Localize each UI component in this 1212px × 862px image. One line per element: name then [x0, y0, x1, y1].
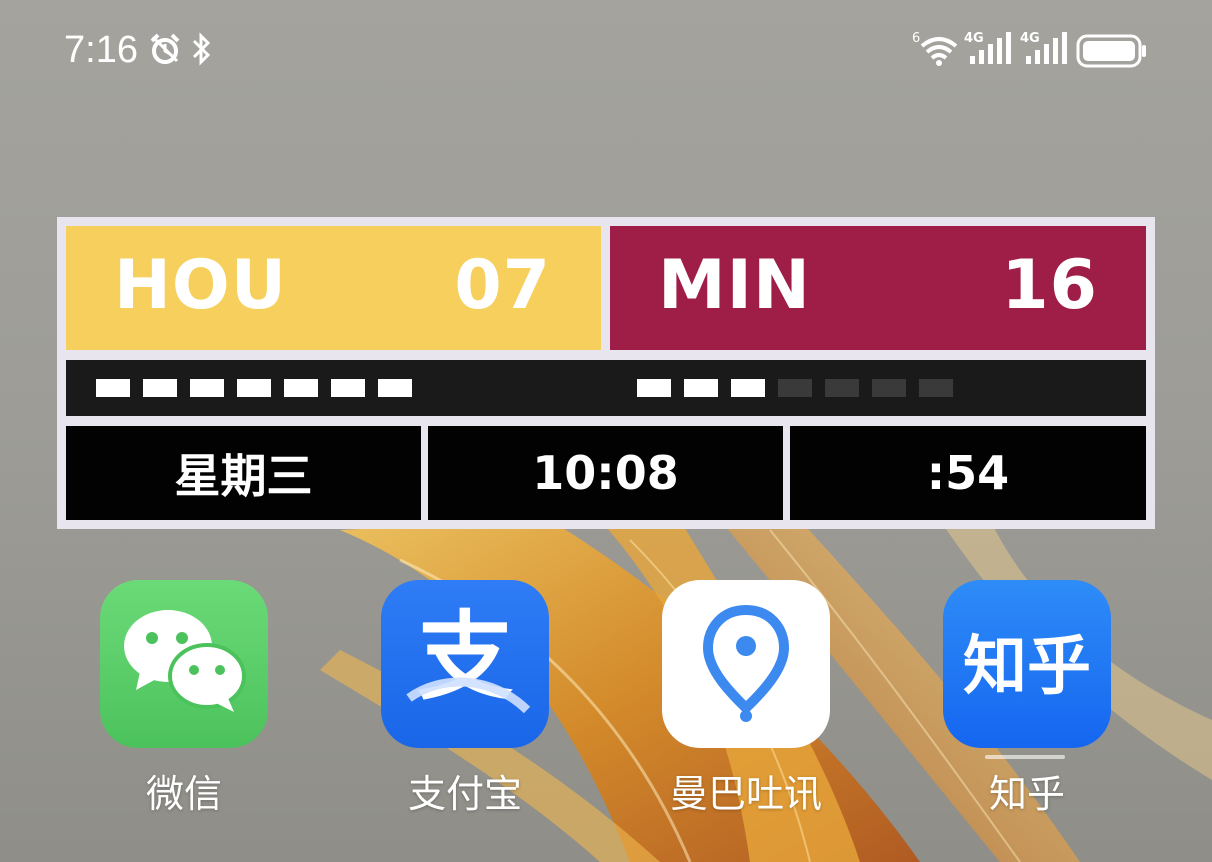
svg-text:知乎: 知乎	[963, 630, 1091, 704]
status-bar: 7:16 6 4G 4G	[0, 20, 1212, 80]
away-team-name: MIN	[658, 246, 811, 325]
app-zhihu[interactable]: 知乎 知乎	[943, 580, 1111, 816]
away-segment	[637, 379, 671, 397]
weekday-label: 星期三	[174, 449, 313, 503]
shot-clock-label: :54	[926, 446, 1010, 500]
game-clock-cell: 10:08	[428, 426, 783, 520]
home-team-score: 07	[454, 246, 551, 325]
away-team-panel: MIN 16	[610, 226, 1146, 350]
scoreboard-clock-widget[interactable]: HOU 07 MIN 16 星期三 10:08 :54	[57, 217, 1155, 529]
home-segment	[331, 379, 365, 397]
away-segment	[778, 379, 812, 397]
home-segment	[190, 379, 224, 397]
away-segment	[919, 379, 953, 397]
home-segment	[143, 379, 177, 397]
home-team-panel: HOU 07	[66, 226, 601, 350]
shot-clock-cell: :54	[790, 426, 1146, 520]
svg-text:4G: 4G	[964, 31, 984, 46]
away-segment	[872, 379, 906, 397]
app-wechat[interactable]: 微信	[100, 580, 268, 816]
game-clock-label: 10:08	[532, 446, 679, 500]
status-time: 7:16	[64, 29, 138, 71]
wechat-icon[interactable]	[100, 580, 268, 748]
home-team-name: HOU	[114, 246, 287, 325]
app-label-zhihu: 知乎	[988, 772, 1065, 816]
battery-icon	[1076, 34, 1148, 72]
home-segment	[96, 379, 130, 397]
alarm-icon	[148, 32, 182, 70]
signal-4g-icon: 4G	[964, 30, 1014, 74]
home-segment	[237, 379, 271, 397]
svg-text:支: 支	[417, 601, 513, 713]
wifi-6-icon: 6	[912, 30, 960, 74]
page-indicator	[985, 755, 1065, 759]
weekday-cell: 星期三	[66, 426, 421, 520]
bluetooth-icon	[190, 32, 212, 70]
away-segment	[731, 379, 765, 397]
app-label-wechat: 微信	[145, 772, 222, 816]
svg-text:6: 6	[912, 31, 920, 46]
app-label-manba: 曼巴吐讯	[669, 772, 822, 816]
alipay-icon[interactable]: 支	[381, 580, 549, 748]
signal-4g-icon: 4G	[1020, 30, 1070, 74]
app-manba[interactable]: 曼巴吐讯	[662, 580, 830, 816]
possession-indicator-strip	[66, 360, 1146, 416]
zhihu-icon[interactable]: 知乎	[943, 580, 1111, 748]
home-segment	[284, 379, 318, 397]
location-pin-icon[interactable]	[662, 580, 830, 748]
away-team-score: 16	[1001, 246, 1098, 325]
away-segment	[825, 379, 859, 397]
app-label-alipay: 支付宝	[407, 772, 522, 816]
svg-text:4G: 4G	[1020, 31, 1040, 46]
away-segment	[684, 379, 718, 397]
home-segment	[378, 379, 412, 397]
app-alipay[interactable]: 支 支付宝	[381, 580, 549, 816]
